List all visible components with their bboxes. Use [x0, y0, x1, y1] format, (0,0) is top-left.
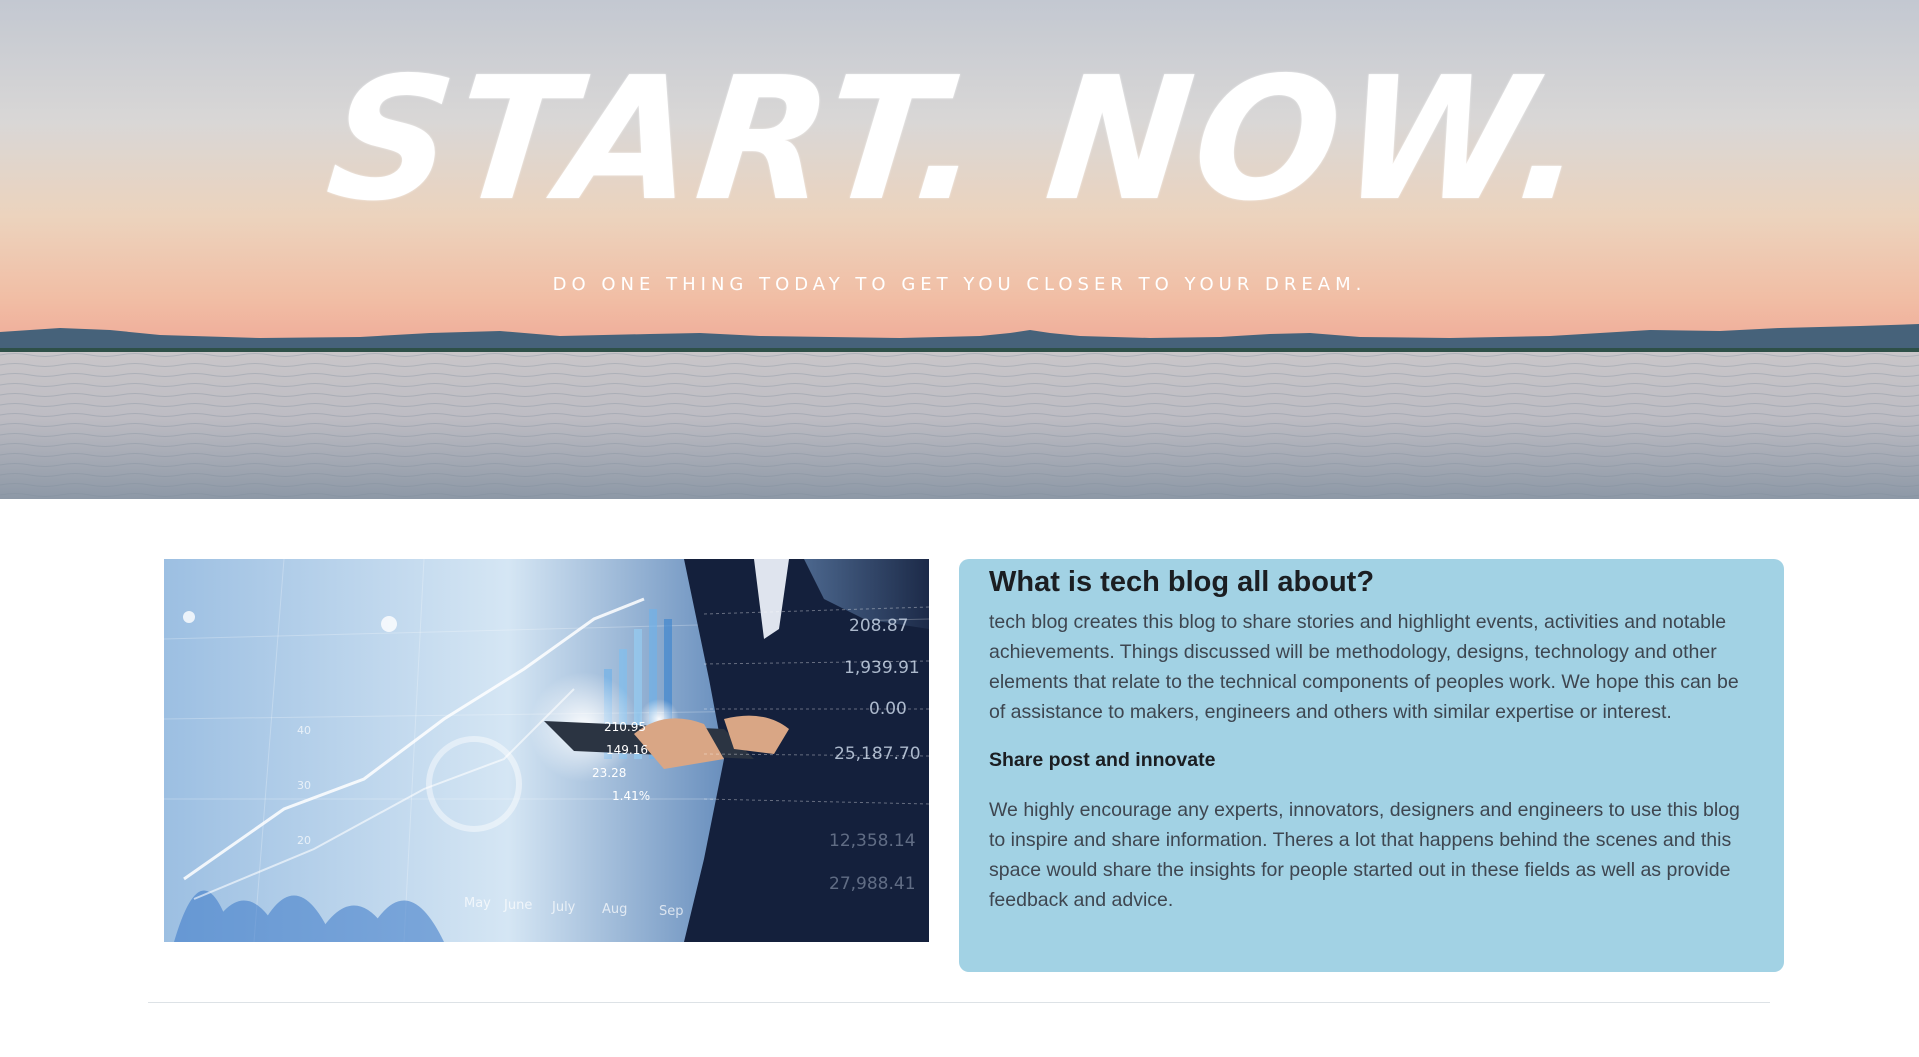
- about-title: What is tech blog all about?: [989, 566, 1375, 598]
- panel-value-1: 208.87: [849, 616, 908, 636]
- month-label-1: May: [464, 896, 491, 911]
- hero-banner: START. NOW. DO ONE THING TODAY TO GET YO…: [0, 0, 1919, 499]
- month-label-2: June: [503, 898, 532, 913]
- axis-value-1: 20: [297, 834, 311, 847]
- tablet-value-4: 1.41%: [612, 789, 650, 803]
- panel-value-5: 12,358.14: [829, 831, 916, 851]
- share-paragraph: We highly encourage any experts, innovat…: [989, 799, 1740, 911]
- share-subheading: Share post and innovate: [989, 749, 1216, 771]
- month-label-5: Sep: [659, 904, 684, 919]
- about-card: What is tech blog all about? tech blog c…: [959, 559, 1784, 972]
- hero-subtitle: DO ONE THING TODAY TO GET YOU CLOSER TO …: [552, 274, 1367, 295]
- section-divider: [148, 1002, 1770, 1003]
- panel-value-6: 27,988.41: [829, 874, 916, 894]
- hero-title: START. NOW.: [319, 41, 1600, 239]
- business-tablet-illustration: 210.95 149.16 23.28 1.41% 208.87 1,939.9…: [164, 559, 929, 942]
- tablet-value-1: 210.95: [604, 720, 646, 734]
- about-paragraph: tech blog creates this blog to share sto…: [989, 611, 1739, 723]
- axis-value-2: 30: [297, 779, 311, 792]
- tablet-value-2: 149.16: [606, 743, 648, 757]
- panel-value-4: 25,187.70: [834, 744, 921, 764]
- tablet-value-3: 23.28: [592, 766, 626, 780]
- axis-value-3: 40: [297, 724, 311, 737]
- month-label-3: July: [551, 900, 576, 915]
- feature-image: 210.95 149.16 23.28 1.41% 208.87 1,939.9…: [164, 559, 929, 942]
- month-label-4: Aug: [602, 902, 627, 917]
